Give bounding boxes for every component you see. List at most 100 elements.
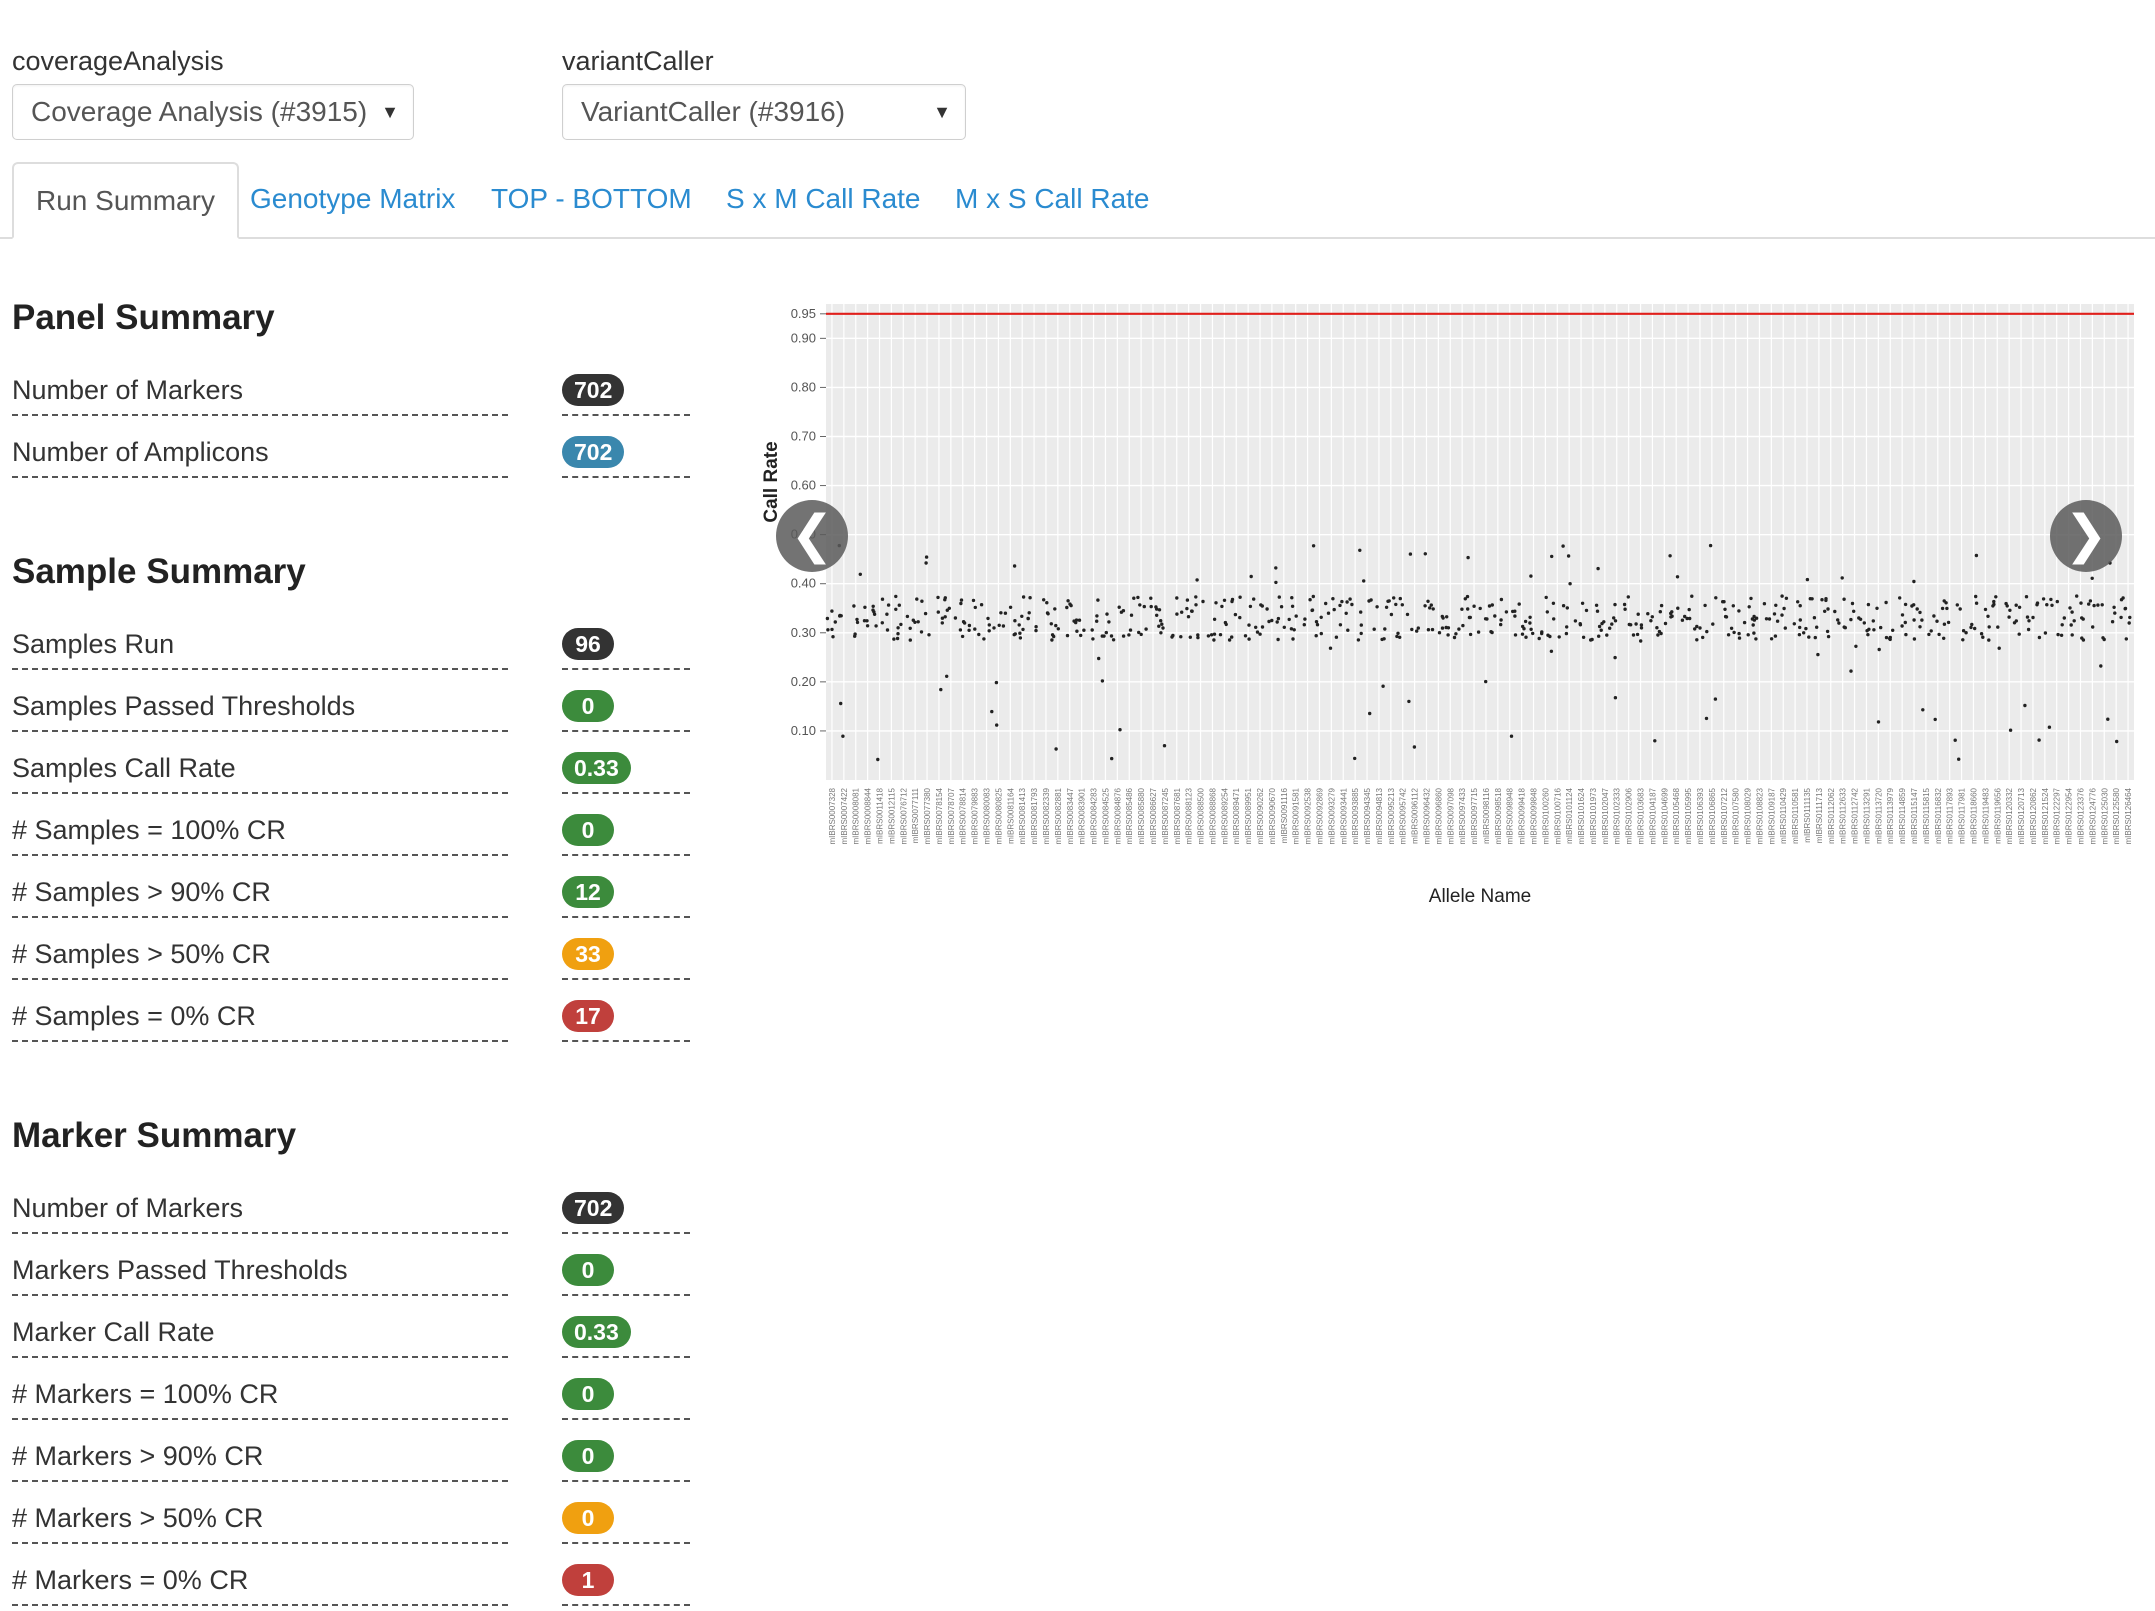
data-point [1090, 628, 1094, 632]
data-point [1185, 598, 1190, 602]
data-point [1517, 602, 1521, 606]
x-tick-label: mIBRS0007422 [840, 787, 849, 844]
data-point [1324, 601, 1328, 606]
x-tick-label: mIBRS0085486 [1125, 787, 1134, 844]
x-tick-label: mIBRS0105995 [1684, 787, 1693, 844]
count-badge: 0.33 [562, 752, 631, 784]
data-point [1287, 617, 1291, 622]
data-point [825, 616, 830, 621]
data-point [1353, 756, 1357, 761]
call-rate-scatter-plot: 0.100.200.300.400.500.600.700.800.900.95… [761, 304, 2134, 907]
x-tick-label: mIBRS0093441 [1339, 787, 1348, 844]
x-tick-label: mIBRS0090262 [1256, 787, 1265, 844]
data-point [1942, 622, 1947, 626]
data-point [2124, 637, 2128, 641]
data-point [1854, 644, 1858, 648]
carousel-next-button[interactable]: ❯ [2050, 500, 2122, 572]
data-point [899, 622, 903, 627]
data-point [1243, 634, 1248, 638]
data-point [1359, 631, 1363, 636]
data-point [1849, 617, 1853, 622]
data-point [1109, 634, 1114, 638]
data-point [1129, 613, 1134, 617]
data-point [1528, 615, 1532, 619]
data-point [1862, 621, 1867, 625]
data-point [1669, 615, 1673, 619]
x-tick-label: mIBRS0107580 [1732, 787, 1741, 844]
data-point [1018, 636, 1023, 640]
data-point [1311, 544, 1316, 548]
data-point [2023, 703, 2027, 708]
data-point [1144, 627, 1148, 631]
data-point [1340, 599, 1344, 604]
data-point [1046, 612, 1050, 616]
data-point [1774, 603, 1778, 607]
data-point [1726, 633, 1731, 637]
data-point [959, 601, 963, 606]
x-tick-label: mIBRS0097433 [1458, 787, 1467, 844]
data-point [1372, 627, 1376, 631]
variant-caller-select[interactable]: VariantCaller (#3916) ▼ [562, 84, 966, 140]
variant-caller-value: VariantCaller (#3916) [581, 96, 846, 127]
data-point [1196, 635, 1200, 640]
data-point [897, 603, 901, 607]
summary-row-value-cell: 702 [562, 372, 690, 416]
x-tick-label: mIBRS0007328 [828, 787, 837, 844]
data-point [2081, 638, 2086, 642]
x-tick-label: mIBRS0125580 [2112, 787, 2121, 844]
data-point [1396, 631, 1400, 635]
data-point [1872, 628, 1876, 632]
tab-genotype-matrix[interactable]: Genotype Matrix [228, 162, 477, 237]
data-point [1891, 628, 1895, 632]
data-point [830, 609, 834, 613]
sample-summary-title: Sample Summary [12, 552, 306, 591]
data-point [1157, 624, 1161, 628]
summary-row-label: Samples Call Rate [12, 750, 508, 794]
data-point [1946, 620, 1951, 625]
x-tick-label: mIBRS0122297 [2053, 787, 2062, 844]
data-point [1185, 606, 1189, 611]
data-point [2031, 615, 2035, 620]
data-point [1065, 633, 1070, 638]
data-point [1227, 638, 1232, 642]
tab-sxm-call-rate[interactable]: S x M Call Rate [704, 162, 943, 237]
data-point [1557, 635, 1561, 639]
x-tick-label: mIBRS0108029 [1744, 787, 1753, 844]
data-point [1944, 601, 1948, 605]
coverage-analysis-select[interactable]: Coverage Analysis (#3915) ▼ [12, 84, 414, 140]
data-point [1529, 574, 1533, 578]
data-point [2049, 597, 2053, 602]
data-point [1179, 635, 1183, 639]
data-point [2088, 599, 2093, 603]
data-point [1836, 618, 1840, 622]
data-point [1531, 631, 1535, 636]
data-point [2091, 625, 2095, 629]
carousel-prev-button[interactable]: ❮ [776, 500, 848, 572]
data-point [961, 620, 966, 624]
data-point [1973, 626, 1977, 631]
data-point [1843, 626, 1848, 630]
x-tick-label: mIBRS0077380 [923, 787, 932, 844]
tab-run-summary[interactable]: Run Summary [12, 162, 239, 239]
data-point [1201, 599, 1205, 604]
x-tick-label: mIBRS0089254 [1220, 787, 1229, 844]
data-point [2014, 619, 2019, 623]
data-point [1186, 615, 1191, 619]
x-tick-label: mIBRS0092538 [1304, 787, 1313, 844]
tab-top-bottom[interactable]: TOP - BOTTOM [469, 162, 714, 237]
data-point [1017, 623, 1021, 627]
count-badge: 17 [562, 1000, 614, 1032]
data-point [1900, 613, 1905, 617]
x-tick-label: mIBRS0101624 [1577, 787, 1586, 844]
data-point [1974, 601, 1979, 605]
data-point [1302, 623, 1306, 627]
data-point [2045, 603, 2049, 607]
data-point [2062, 616, 2066, 620]
summary-row-value-cell: 0.33 [562, 1314, 690, 1358]
tab-mxs-call-rate[interactable]: M x S Call Rate [933, 162, 1172, 237]
chevron-right-icon: ❯ [2064, 506, 2108, 564]
data-point [1045, 601, 1049, 605]
data-point [1594, 603, 1599, 607]
data-point [1602, 620, 1606, 624]
x-tick-label: mIBRS0108823 [1755, 787, 1764, 844]
